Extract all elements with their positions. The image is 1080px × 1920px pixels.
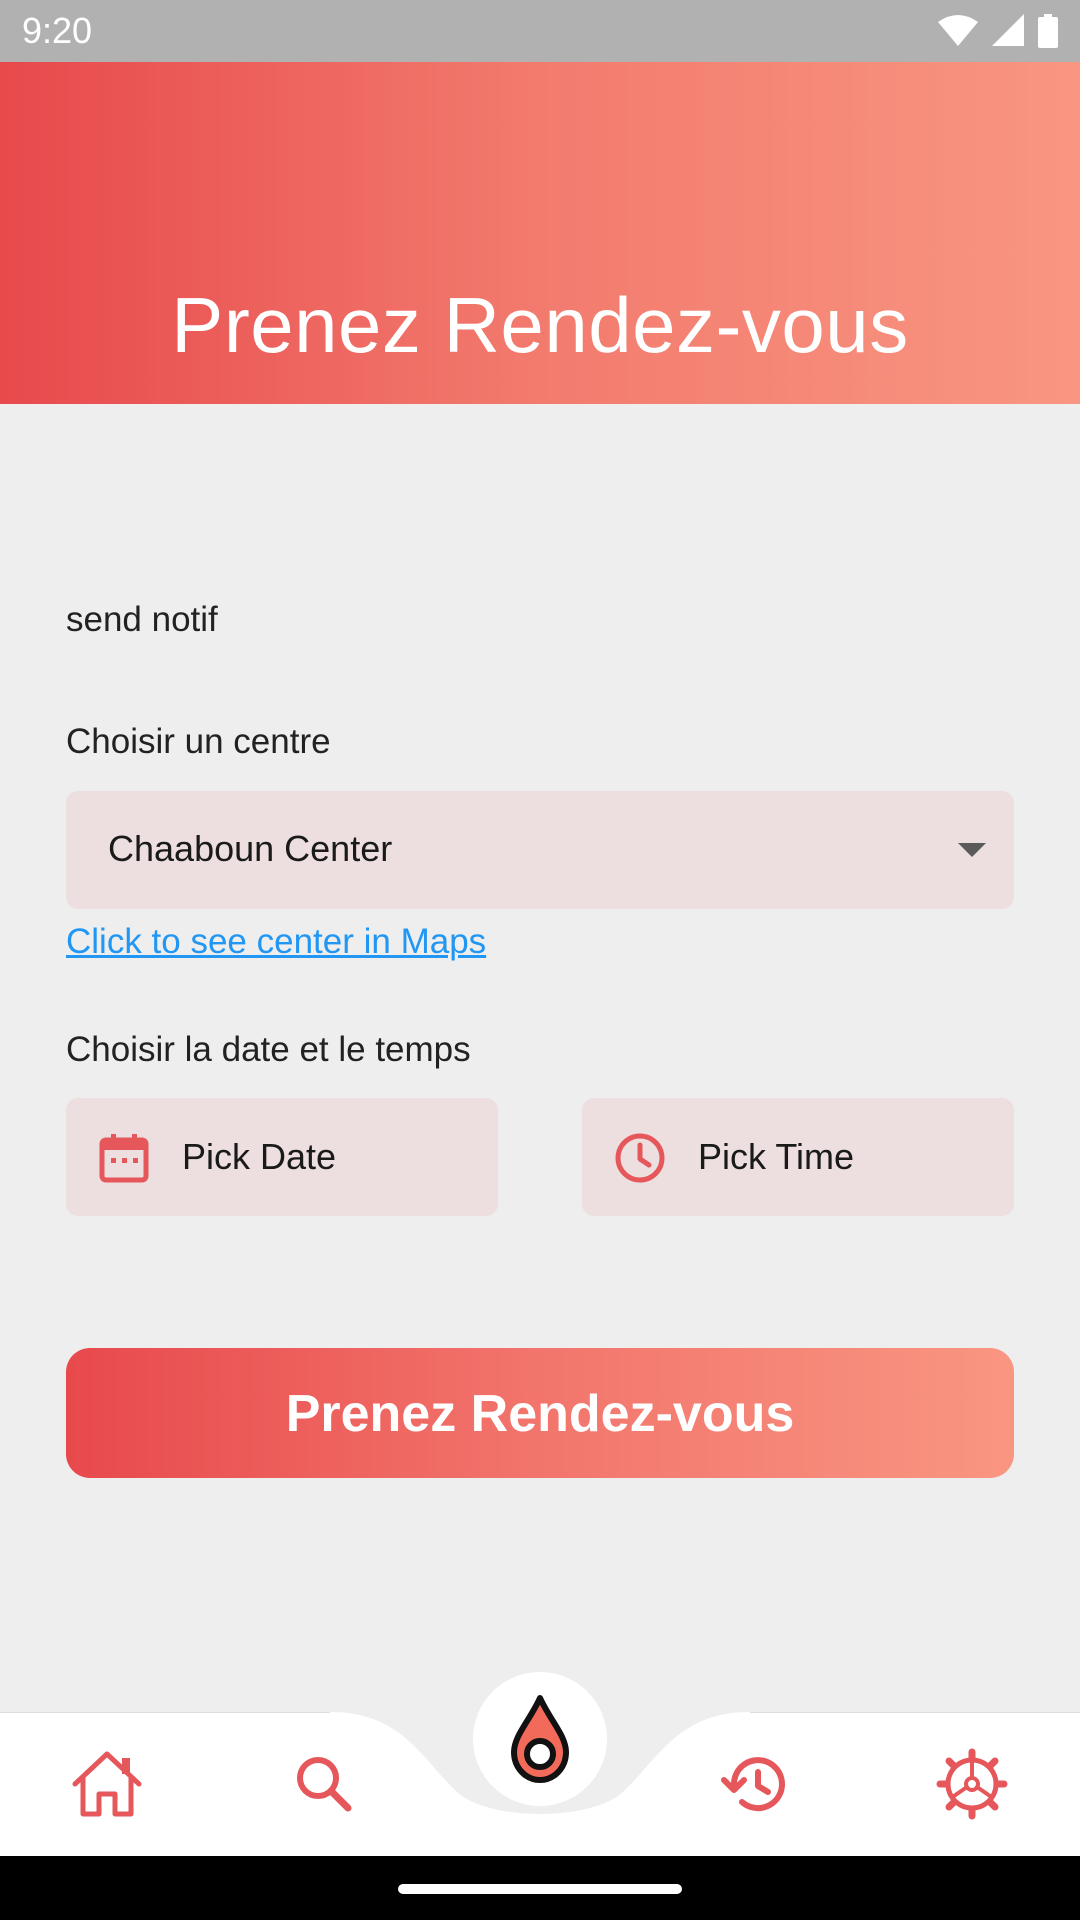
caret-down-icon — [958, 843, 986, 857]
centre-label: Choisir un centre — [66, 722, 331, 761]
status-time: 9:20 — [22, 10, 93, 51]
bottom-nav — [0, 1672, 1080, 1856]
maps-link[interactable]: Click to see center in Maps — [66, 922, 486, 962]
book-appointment-label: Prenez Rendez-vous — [285, 1385, 795, 1443]
centre-dropdown-value: Chaaboun Center — [108, 828, 393, 869]
home-icon[interactable] — [67, 1744, 147, 1824]
page-title: Prenez Rendez-vous — [171, 281, 909, 369]
status-icons — [938, 14, 1058, 48]
home-gesture-pill[interactable] — [398, 1884, 682, 1894]
centre-dropdown[interactable]: Chaaboun Center — [66, 791, 1014, 909]
search-icon[interactable] — [284, 1744, 364, 1824]
settings-icon[interactable] — [932, 1744, 1012, 1824]
battery-icon — [1038, 14, 1058, 48]
blood-drop-icon — [511, 1695, 569, 1783]
book-appointment-button[interactable]: Prenez Rendez-vous — [66, 1348, 1014, 1478]
send-notif-text[interactable]: send notif — [66, 600, 218, 640]
header-banner: Prenez Rendez-vous — [0, 62, 1080, 404]
clock-icon — [615, 1133, 665, 1183]
history-icon[interactable] — [716, 1744, 796, 1824]
pick-date-button[interactable]: Pick Date — [66, 1098, 498, 1216]
signal-icon — [992, 14, 1024, 46]
pick-date-label: Pick Date — [182, 1136, 337, 1177]
datetime-label: Choisir la date et le temps — [66, 1030, 471, 1069]
donate-fab[interactable] — [473, 1672, 607, 1806]
wifi-icon — [938, 15, 978, 46]
calendar-icon — [99, 1134, 149, 1183]
pick-time-button[interactable]: Pick Time — [582, 1098, 1014, 1216]
status-bar: 9:20 — [0, 0, 1080, 62]
system-nav-bar — [0, 1856, 1080, 1920]
pick-time-label: Pick Time — [698, 1136, 855, 1177]
